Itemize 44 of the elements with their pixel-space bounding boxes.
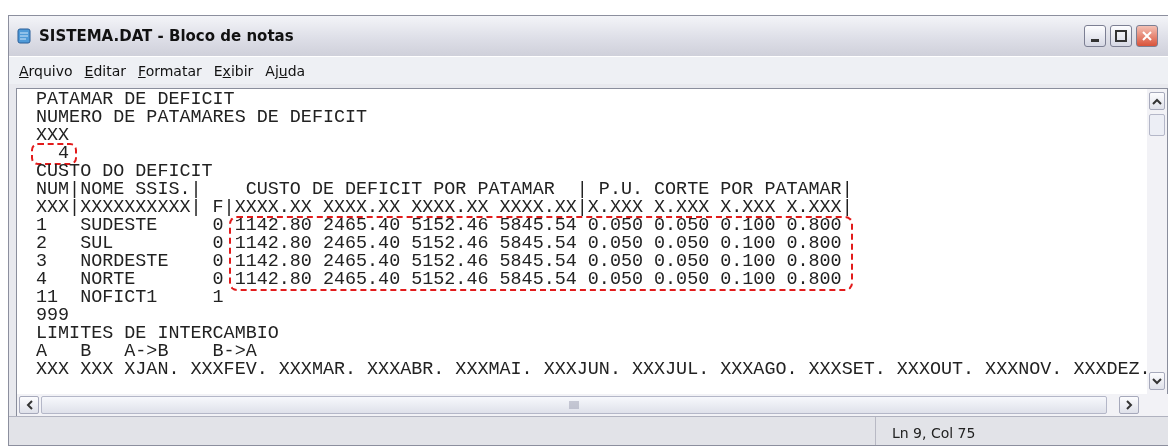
text-line: A B A->B B->A <box>36 343 257 361</box>
menu-item[interactable]: Editar <box>78 62 133 79</box>
maximize-button[interactable] <box>1110 25 1132 47</box>
minimize-icon <box>1091 39 1099 42</box>
text-line: 3 NORDESTE 0 1142.80 2465.40 5152.46 5845.54 0.050 0.050 0.100 0.800 <box>36 253 842 271</box>
scroll-right-button[interactable] <box>1119 396 1139 414</box>
scroll-left-button[interactable] <box>19 396 39 414</box>
text-line: 11 NOFICT1 1 <box>36 289 224 307</box>
horizontal-scrollbar[interactable] <box>16 394 1168 416</box>
chevron-right-icon <box>1125 400 1133 410</box>
scroll-thumb[interactable] <box>1149 114 1165 136</box>
chevron-down-icon <box>1152 377 1162 385</box>
text-line: XXX XXX XJAN. XXXFEV. XXXMAR. XXXABR. XXXMAI. XXXJUN. XXXJUL. XXXAGO. XXXSET. XXXOUT. XXXNOV. XXXDEZ. <box>36 361 1147 379</box>
text-line: LIMITES DE INTERCAMBIO <box>36 325 279 343</box>
cursor-position: Ln 9, Col 75 <box>891 424 976 443</box>
maximize-icon <box>1115 30 1127 42</box>
text-line: 2 SUL 0 1142.80 2465.40 5152.46 5845.54 0.050 0.050 0.100 0.800 <box>36 235 842 253</box>
window-title: SISTEMA.DAT - Bloco de notas <box>39 27 294 45</box>
text-line: XXX|XXXXXXXXXX| F|XXXX.XX XXXX.XX XXXX.XX XXXX.XX|X.XXX X.XXX X.XXX X.XXX| <box>36 199 853 217</box>
grip-icon <box>569 401 579 409</box>
menu-item[interactable]: Ajuda <box>259 62 312 79</box>
menu-item[interactable]: Arquivo <box>13 62 79 79</box>
menu-item[interactable]: Formatar <box>132 62 208 79</box>
text-line: PATAMAR DE DEFICIT <box>36 91 235 109</box>
text-line: NUM|NOME SSIS.| CUSTO DE DEFICIT POR PATAMAR | P.U. CORTE POR PATAMAR| <box>36 181 853 199</box>
chevron-up-icon <box>1152 97 1162 105</box>
notepad-icon <box>15 27 33 45</box>
scroll-up-button[interactable] <box>1149 92 1165 110</box>
text-line: 4 NORTE 0 1142.80 2465.40 5152.46 5845.54 0.050 0.050 0.100 0.800 <box>36 271 842 289</box>
close-button[interactable] <box>1136 25 1158 47</box>
text-line: 1 SUDESTE 0 1142.80 2465.40 5152.46 5845.54 0.050 0.050 0.100 0.800 <box>36 217 842 235</box>
scroll-thumb[interactable] <box>41 396 1107 414</box>
text-area[interactable] <box>16 88 1168 394</box>
text-line: XXX <box>36 127 70 145</box>
text-line: 4 <box>57 145 70 163</box>
text-line: NUMERO DE PATAMARES DE DEFICIT <box>36 109 368 127</box>
chevron-left-icon <box>25 400 33 410</box>
text-line: CUSTO DO DEFICIT <box>36 163 213 181</box>
text-line: 999 <box>36 307 70 325</box>
vertical-scrollbar[interactable] <box>1147 89 1167 394</box>
scroll-down-button[interactable] <box>1149 372 1165 390</box>
menu-item[interactable]: Exibir <box>207 62 260 79</box>
close-icon <box>1141 30 1153 42</box>
minimize-button[interactable] <box>1084 25 1106 47</box>
